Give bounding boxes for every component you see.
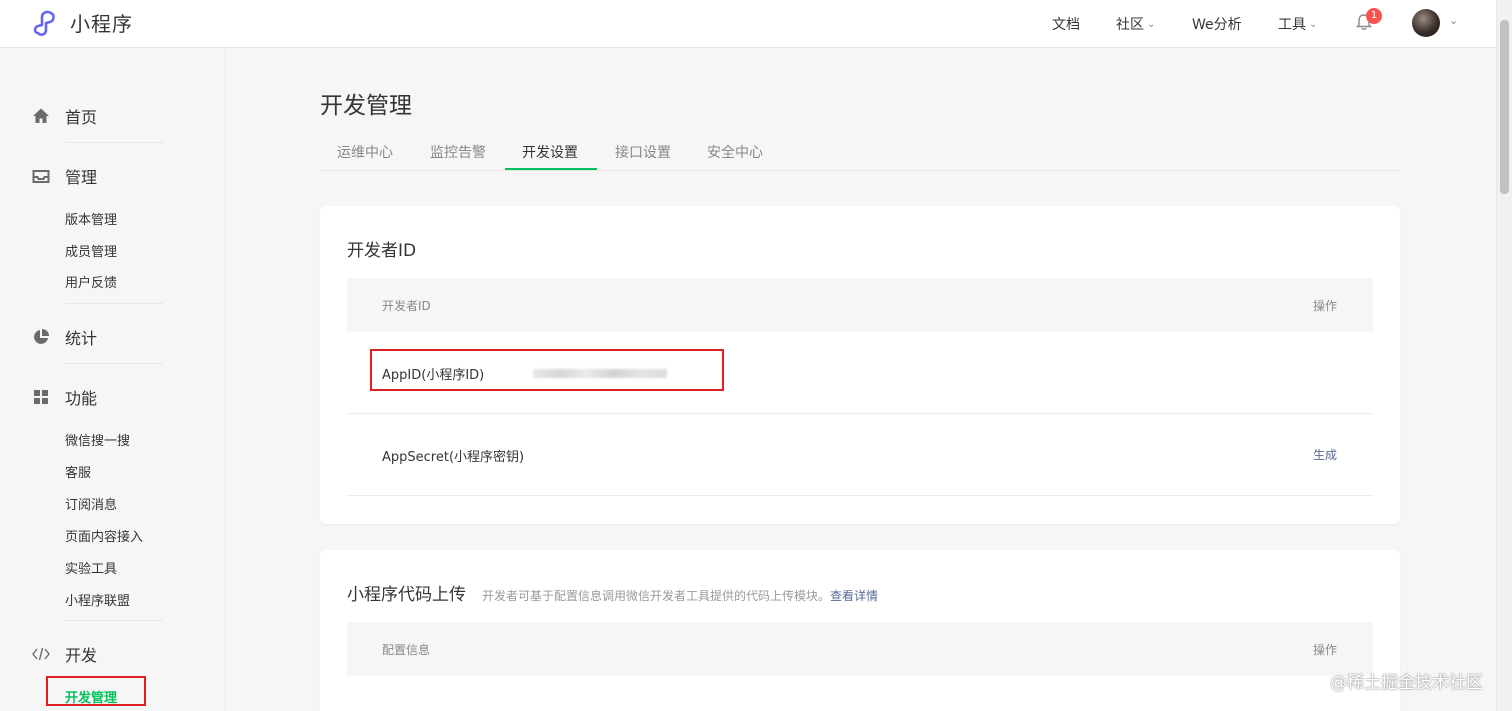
sidebar-item-user-feedback[interactable]: 用户反馈 (65, 272, 117, 291)
column-config-info: 配置信息 (382, 643, 431, 657)
view-details-link[interactable]: 查看详情 (830, 589, 878, 603)
sidebar-divider (65, 620, 163, 621)
sidebar-item-wechat-search[interactable]: 微信搜一搜 (65, 430, 130, 449)
nav-analytics-label: We分析 (1192, 17, 1242, 33)
home-icon (33, 108, 49, 123)
code-upload-title: 小程序代码上传 (347, 585, 466, 605)
nav-community[interactable]: 社区 ⌄ (1116, 0, 1155, 48)
sidebar-item-manage[interactable]: 管理 (32, 164, 97, 188)
tab-bar: 运维中心 监控告警 开发设置 接口设置 安全中心 (320, 134, 1400, 171)
sidebar: 首页 管理 版本管理 成员管理 用户反馈 统计 功能 微信搜一搜 客服 订阅消息… (0, 48, 226, 711)
inbox-icon (32, 170, 50, 183)
column-developer-id: 开发者ID (382, 299, 431, 313)
sidebar-item-version-management[interactable]: 版本管理 (65, 209, 117, 228)
watermark: @稀土掘金技术社区 (1330, 673, 1483, 693)
column-action: 操作 (1313, 299, 1338, 313)
sidebar-item-lab-tools[interactable]: 实验工具 (65, 558, 117, 577)
developer-id-table-header: 开发者ID 操作 (347, 278, 1373, 332)
table-row-appsecret: AppSecret(小程序密钥) 生成 (347, 414, 1373, 496)
page-title: 开发管理 (320, 93, 412, 119)
sidebar-item-stats-label: 统计 (65, 329, 98, 348)
nav-tools[interactable]: 工具 ⌄ (1278, 0, 1317, 48)
mini-program-logo[interactable]: 小程序 (32, 8, 133, 37)
sidebar-item-mini-program-alliance[interactable]: 小程序联盟 (65, 590, 130, 609)
sidebar-item-manage-label: 管理 (65, 168, 98, 187)
config-table-header: 配置信息 操作 (347, 622, 1373, 676)
sidebar-item-develop[interactable]: 开发 (32, 642, 97, 666)
active-tab-indicator (505, 168, 597, 170)
nav-analytics[interactable]: We分析 (1192, 0, 1242, 48)
sidebar-item-home[interactable]: 首页 (32, 104, 97, 128)
appsecret-label: AppSecret(小程序密钥) (382, 450, 525, 465)
generate-secret-link[interactable]: 生成 (1313, 446, 1337, 463)
chevron-down-icon: ⌄ (1147, 18, 1156, 30)
pie-chart-icon (34, 329, 49, 344)
sidebar-item-page-content[interactable]: 页面内容接入 (65, 526, 143, 545)
notification-badge: 1 (1366, 8, 1382, 24)
sidebar-item-features[interactable]: 功能 (32, 385, 97, 409)
chevron-down-icon[interactable]: ⌄ (1449, 14, 1458, 27)
mini-program-logo-icon (33, 10, 55, 36)
sidebar-divider (65, 142, 163, 143)
code-upload-description: 开发者可基于配置信息调用微信开发者工具提供的代码上传模块。查看详情 (482, 587, 878, 604)
highlight-box (370, 349, 724, 391)
nav-docs-label: 文档 (1052, 17, 1080, 33)
sidebar-item-stats[interactable]: 统计 (32, 325, 97, 349)
nav-docs[interactable]: 文档 (1052, 0, 1080, 48)
tab-security-center[interactable]: 安全中心 (707, 142, 763, 162)
scrollbar-thumb[interactable] (1500, 20, 1509, 194)
grid-icon (34, 390, 48, 404)
sidebar-divider (65, 363, 163, 364)
logo-text: 小程序 (70, 12, 133, 36)
top-navigation-bar: 小程序 文档 社区 ⌄ We分析 工具 ⌄ 1 ⌄ (0, 0, 1496, 48)
nav-tools-label: 工具 (1278, 17, 1306, 33)
code-upload-heading: 小程序代码上传 开发者可基于配置信息调用微信开发者工具提供的代码上传模块。查看详… (347, 580, 878, 605)
sidebar-item-subscription-message[interactable]: 订阅消息 (65, 494, 117, 513)
sidebar-item-develop-label: 开发 (65, 646, 98, 665)
avatar[interactable] (1412, 9, 1440, 37)
tab-api-settings[interactable]: 接口设置 (615, 142, 671, 162)
highlight-box (46, 676, 146, 706)
chevron-down-icon: ⌄ (1309, 18, 1318, 30)
developer-id-title: 开发者ID (347, 241, 417, 261)
tab-monitoring-alerts[interactable]: 监控告警 (430, 142, 486, 162)
nav-community-label: 社区 (1116, 17, 1144, 33)
code-icon (32, 647, 50, 661)
sidebar-item-home-label: 首页 (65, 108, 98, 127)
sidebar-item-features-label: 功能 (65, 389, 98, 408)
vertical-scrollbar[interactable] (1496, 0, 1512, 711)
sidebar-item-customer-service[interactable]: 客服 (65, 462, 91, 481)
code-upload-desc-text: 开发者可基于配置信息调用微信开发者工具提供的代码上传模块。 (482, 589, 831, 603)
tab-dev-settings[interactable]: 开发设置 (522, 142, 578, 162)
column-action: 操作 (1313, 643, 1338, 657)
sidebar-divider (65, 303, 163, 304)
tab-ops-center[interactable]: 运维中心 (337, 142, 393, 162)
code-upload-card: 小程序代码上传 开发者可基于配置信息调用微信开发者工具提供的代码上传模块。查看详… (320, 550, 1400, 711)
sidebar-item-member-management[interactable]: 成员管理 (65, 241, 117, 260)
